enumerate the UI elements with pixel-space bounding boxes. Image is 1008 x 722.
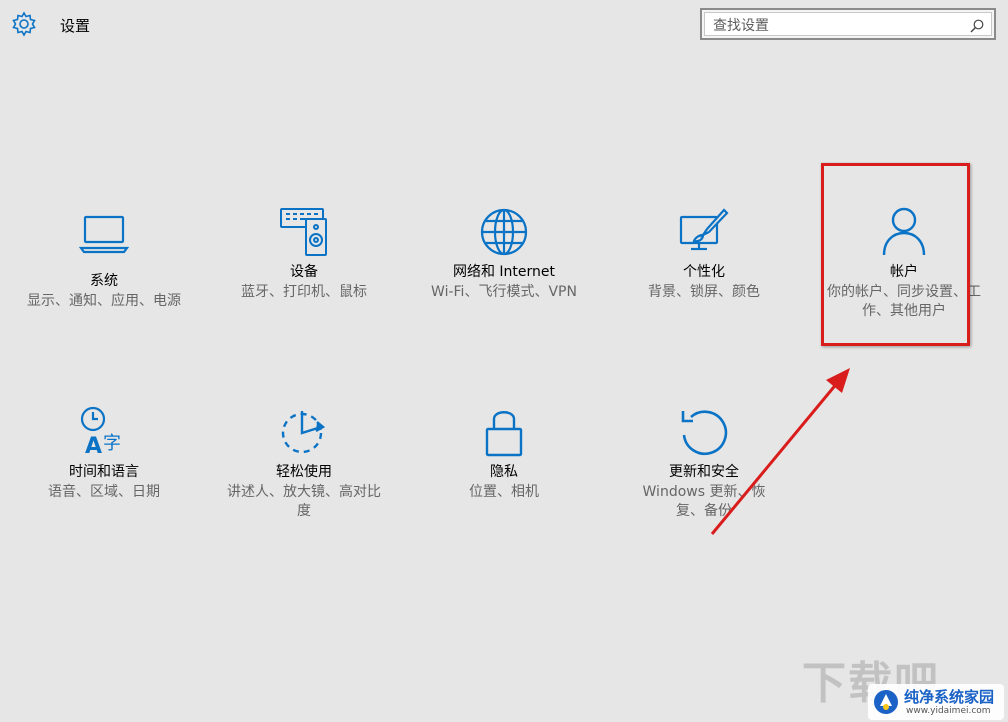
tile-label: 隐私 xyxy=(490,464,518,480)
tile-network[interactable]: 网络和 Internet Wi-Fi、飞行模式、VPN xyxy=(424,205,584,305)
update-icon xyxy=(681,410,728,456)
watermark-url: www.yidaimei.com xyxy=(906,706,991,716)
tile-description: 语音、区域、日期 xyxy=(48,484,160,500)
page-title: 设置 xyxy=(60,17,91,35)
tile-description: 蓝牙、打印机、鼠标 xyxy=(241,284,367,300)
tile-update-security[interactable]: 更新和安全 Windows 更新、恢复、备份 xyxy=(624,405,784,525)
tile-devices[interactable]: 设备 蓝牙、打印机、鼠标 xyxy=(224,205,384,305)
tile-label: 个性化 xyxy=(683,264,725,280)
devices-icon xyxy=(280,208,327,256)
tile-time-language[interactable]: A 字 时间和语言 语音、区域、日期 xyxy=(24,405,184,505)
tile-ease-of-access[interactable]: 轻松使用 讲述人、放大镜、高对比度 xyxy=(224,405,384,525)
tile-privacy[interactable]: 隐私 位置、相机 xyxy=(424,405,584,505)
search-box[interactable] xyxy=(700,8,996,40)
logo-icon xyxy=(874,690,898,714)
tile-label: 时间和语言 xyxy=(69,464,139,480)
svg-text:字: 字 xyxy=(103,433,121,454)
search-field[interactable] xyxy=(704,12,992,36)
tile-description: Wi-Fi、飞行模式、VPN xyxy=(431,284,577,300)
person-icon xyxy=(882,207,926,256)
tile-description: 显示、通知、应用、电源 xyxy=(27,293,181,309)
tile-description: 位置、相机 xyxy=(469,484,539,500)
personalization-icon xyxy=(679,208,729,251)
tile-system[interactable]: 系统 显示、通知、应用、电源 xyxy=(24,209,184,321)
gear-icon xyxy=(12,11,36,37)
tile-description: 你的帐户、同步设置、工作、其他用户 xyxy=(827,284,981,319)
watermark-badge: 纯净系统家园 www.yidaimei.com xyxy=(868,684,1004,720)
globe-icon xyxy=(480,208,528,256)
tile-label: 设备 xyxy=(290,264,318,280)
tile-label: 更新和安全 xyxy=(669,464,739,480)
tile-label: 系统 xyxy=(90,273,118,289)
tile-label: 帐户 xyxy=(890,264,918,280)
tile-description: 讲述人、放大镜、高对比度 xyxy=(227,484,381,519)
tile-description: Windows 更新、恢复、备份 xyxy=(642,484,766,519)
search-input[interactable] xyxy=(713,16,963,36)
time-language-icon: A 字 xyxy=(80,406,121,459)
lock-icon xyxy=(485,411,523,457)
ease-of-access-icon xyxy=(281,411,326,454)
laptop-icon xyxy=(78,215,130,254)
tile-label: 轻松使用 xyxy=(276,464,332,480)
svg-text:A: A xyxy=(85,434,102,459)
search-icon[interactable] xyxy=(969,18,985,34)
tile-description: 背景、锁屏、颜色 xyxy=(648,284,760,300)
tile-label: 网络和 Internet xyxy=(452,264,556,280)
tile-accounts[interactable]: 帐户 你的帐户、同步设置、工作、其他用户 xyxy=(824,205,984,325)
tile-personalization[interactable]: 个性化 背景、锁屏、颜色 xyxy=(624,205,784,305)
watermark-name: 纯净系统家园 xyxy=(904,688,995,706)
